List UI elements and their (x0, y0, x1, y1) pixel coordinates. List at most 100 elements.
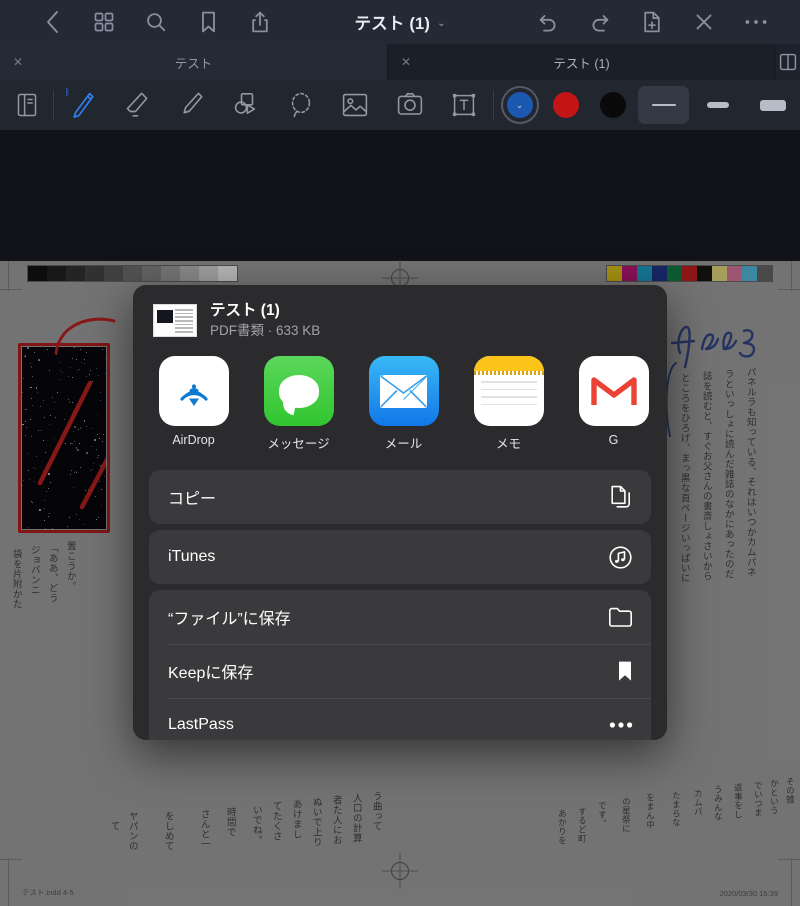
page-view-button[interactable] (4, 80, 51, 130)
share-target-label: メッセージ (267, 437, 330, 452)
color-red-button[interactable] (543, 80, 590, 130)
action-save-to-files[interactable]: “ファイル”に保存 (149, 590, 651, 644)
annotation-toolbar: ᛒ ⌄ (0, 80, 800, 130)
line-thick-icon (759, 99, 786, 111)
share-target-label: G (608, 433, 619, 448)
top-navigation-bar: テスト (1) ⌄ (0, 0, 800, 44)
action-label: iTunes (168, 548, 216, 566)
text-box-button[interactable] (437, 80, 491, 130)
pen-icon (73, 92, 94, 118)
eraser-icon (127, 92, 148, 117)
share-target-gmail[interactable]: G (575, 356, 652, 447)
folder-icon (608, 607, 633, 628)
share-target-mail[interactable]: メール (365, 356, 442, 452)
page-view-icon (18, 93, 37, 117)
chevron-down-icon: ⌄ (515, 99, 524, 110)
document-meta: テスト (1) PDF書類 · 633 KB (210, 301, 320, 340)
airdrop-icon (158, 356, 229, 427)
camera-icon (397, 93, 422, 115)
bookmark-filled-icon (617, 660, 633, 682)
close-button[interactable] (678, 0, 730, 44)
color-black-button[interactable] (590, 80, 637, 130)
tab-label: テスト (1) (553, 56, 610, 71)
tab-close-icon[interactable]: ✕ (10, 54, 26, 70)
back-icon (46, 11, 58, 33)
tab-label: テスト (174, 56, 213, 71)
eraser-button[interactable] (110, 80, 164, 130)
close-icon (696, 14, 712, 30)
color-blue-button[interactable]: ⌄ (496, 80, 543, 130)
split-view-button[interactable] (776, 44, 800, 80)
line-thin-icon (651, 104, 676, 106)
gmail-icon (578, 356, 649, 427)
share-target-label: メモ (495, 437, 521, 452)
action-label: LastPass (168, 716, 234, 734)
thumbnail-image-area (157, 310, 173, 324)
color-blue-swatch: ⌄ (500, 86, 539, 124)
image-button[interactable] (328, 80, 382, 130)
share-sheet: テスト (1) PDF書類 · 633 KB AirDrop メッセージ メール… (133, 285, 667, 740)
tab-test[interactable]: ✕ テスト (0, 44, 388, 80)
camera-button[interactable] (382, 80, 436, 130)
action-group-copy: コピー (149, 470, 651, 525)
lasso-icon (291, 92, 310, 118)
lasso-button[interactable] (273, 80, 327, 130)
highlighter-button[interactable] (165, 80, 219, 130)
action-itunes[interactable]: iTunes (149, 530, 651, 584)
action-label: “ファイル”に保存 (168, 611, 291, 629)
width-medium-button[interactable] (693, 86, 744, 124)
action-label: コピー (168, 491, 217, 509)
search-button[interactable] (130, 0, 182, 44)
action-lastpass[interactable]: LastPass (149, 698, 651, 740)
image-icon (342, 93, 368, 117)
split-view-icon (779, 53, 797, 71)
chevron-down-icon[interactable]: ⌄ (437, 18, 445, 29)
width-thin-button[interactable] (638, 86, 689, 124)
tab-bar: ✕ テスト ✕ テスト (1) (0, 44, 800, 80)
share-target-label: メール (384, 437, 423, 452)
toolbar-divider-2 (493, 90, 495, 120)
add-page-button[interactable] (626, 0, 678, 44)
redo-icon (592, 15, 609, 32)
share-targets-row[interactable]: AirDrop メッセージ メール メモ G (133, 354, 667, 464)
share-target-messages[interactable]: メッセージ (260, 356, 337, 452)
bookmark-icon (201, 11, 215, 33)
share-sheet-header: テスト (1) PDF書類 · 633 KB (133, 285, 667, 354)
pen-button[interactable]: ᛒ (56, 80, 110, 130)
mail-icon (368, 356, 439, 427)
bookmark-button[interactable] (182, 0, 234, 44)
thumbnail-text-area (175, 309, 193, 333)
more-button[interactable] (730, 0, 782, 44)
back-button[interactable] (26, 0, 78, 44)
share-icon (252, 11, 268, 33)
share-target-airdrop[interactable]: AirDrop (155, 356, 232, 447)
grid-icon (94, 12, 114, 32)
color-red-swatch (553, 92, 580, 118)
color-black-swatch (599, 92, 626, 118)
share-target-notes[interactable]: メモ (470, 356, 547, 452)
undo-icon (539, 15, 556, 32)
more-icon (745, 20, 767, 24)
action-save-to-keep[interactable]: Keepに保存 (149, 644, 651, 698)
action-copy[interactable]: コピー (149, 470, 651, 524)
tab-close-icon[interactable]: ✕ (398, 54, 414, 70)
document-thumbnail (153, 304, 197, 338)
document-name: テスト (1) (210, 302, 280, 319)
share-target-label: AirDrop (172, 433, 215, 448)
nav-left-group (0, 0, 286, 44)
action-group-itunes: iTunes (149, 530, 651, 585)
share-button[interactable] (234, 0, 286, 44)
width-thick-button[interactable] (747, 86, 798, 124)
tab-test-1[interactable]: ✕ テスト (1) (388, 44, 776, 80)
ellipsis-icon (609, 721, 633, 729)
notes-icon (473, 356, 544, 427)
undo-button[interactable] (522, 0, 574, 44)
shapes-button[interactable] (219, 80, 273, 130)
redo-button[interactable] (574, 0, 626, 44)
thumbnails-button[interactable] (78, 0, 130, 44)
action-label: Keepに保存 (168, 665, 254, 683)
highlighter-icon (183, 92, 203, 114)
bluetooth-icon: ᛒ (64, 87, 71, 97)
add-page-icon (644, 11, 660, 33)
page-title: テスト (1) (354, 15, 431, 33)
